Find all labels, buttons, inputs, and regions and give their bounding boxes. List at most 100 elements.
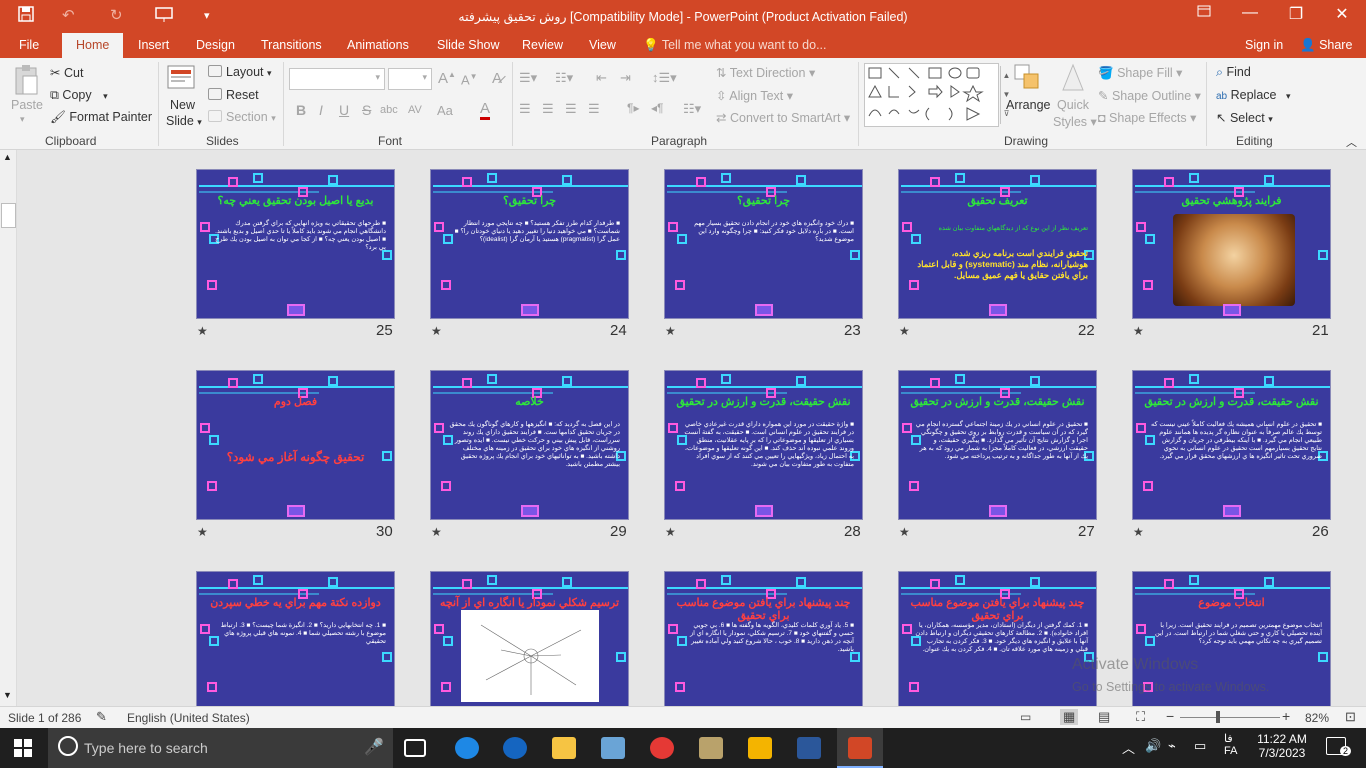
windows-start-icon[interactable]: [14, 739, 32, 760]
tab-transitions[interactable]: Transitions: [261, 38, 322, 52]
slide-thumbnail[interactable]: نقش حقيقت، قدرت و ارزش در تحقيق ■ واژة حق…: [664, 370, 863, 520]
zoom-slider[interactable]: [1180, 717, 1280, 718]
justify-icon[interactable]: ☰: [588, 101, 600, 117]
sign-in-link[interactable]: Sign in: [1245, 38, 1283, 52]
underline-button[interactable]: U: [339, 102, 349, 118]
slide-thumbnail[interactable]: چرا تحقيق؟ ■ درك خود وانگيزه هاي خود در ا…: [664, 169, 863, 319]
font-size-input[interactable]: ▾: [388, 68, 432, 90]
character-spacing-button[interactable]: AV: [408, 104, 422, 116]
animation-star-icon[interactable]: ★: [899, 525, 910, 539]
winrar-icon[interactable]: [748, 737, 772, 759]
align-left-icon[interactable]: ☰: [519, 101, 531, 117]
zoom-out-button[interactable]: −: [1166, 708, 1174, 724]
reset-button[interactable]: Reset: [208, 88, 259, 102]
select-button[interactable]: ↖ Select ▾: [1216, 110, 1273, 125]
copy-button[interactable]: ⧉ Copy ▾: [50, 88, 108, 103]
network-icon[interactable]: ⌁: [1168, 738, 1176, 754]
change-case-button[interactable]: Aa: [437, 103, 453, 118]
shape-outline-button[interactable]: ✎ Shape Outline ▾: [1098, 88, 1201, 103]
rtl-direction-icon[interactable]: ◂¶: [651, 101, 663, 115]
new-slide-button[interactable]: [166, 62, 198, 99]
animation-star-icon[interactable]: ★: [1133, 525, 1144, 539]
animation-star-icon[interactable]: ★: [197, 525, 208, 539]
arrange-button[interactable]: [1006, 62, 1048, 97]
section-button[interactable]: Section ▾: [208, 110, 276, 124]
zoom-level[interactable]: 82%: [1305, 711, 1329, 725]
bold-button[interactable]: B: [296, 102, 306, 118]
clear-formatting-icon[interactable]: A̷: [492, 70, 502, 87]
animation-star-icon[interactable]: ★: [665, 324, 676, 338]
remote-desktop-icon[interactable]: [601, 737, 625, 759]
slide-thumbnail[interactable]: تعريف تحقيق تعريف نظر از اين نوع كه از دي…: [898, 169, 1097, 319]
microphone-icon[interactable]: 🎤: [364, 737, 384, 757]
clock[interactable]: 11:22 AM 7/3/2023: [1252, 732, 1312, 760]
animation-star-icon[interactable]: ★: [197, 324, 208, 338]
slide-thumbnail[interactable]: فرايند پژوهشي تحقيق: [1132, 169, 1331, 319]
tab-design[interactable]: Design: [196, 38, 235, 52]
fit-to-window-icon[interactable]: ⊡: [1345, 709, 1356, 725]
layout-button[interactable]: Layout ▾: [208, 65, 272, 79]
animation-star-icon[interactable]: ★: [431, 324, 442, 338]
bluetooth-icon[interactable]: [503, 737, 527, 759]
cut-button[interactable]: ✂ Cut: [50, 65, 83, 80]
slide-thumbnail[interactable]: فصل دوم تحقيق چگونه آغاز مي شود؟: [196, 370, 395, 520]
grow-font-button[interactable]: A▲: [438, 70, 456, 87]
slide-thumbnail[interactable]: نقش حقيقت، قدرت و ارزش در تحقيق ■ تحقيق د…: [898, 370, 1097, 520]
slide-thumbnail[interactable]: بديع يا اصيل بودن تحقيق يعني چه؟ ■ طرحهاي…: [196, 169, 395, 319]
animation-star-icon[interactable]: ★: [899, 324, 910, 338]
font-name-input[interactable]: ▾: [289, 68, 385, 90]
volume-icon[interactable]: 🔊: [1145, 738, 1161, 754]
tab-slide-show[interactable]: Slide Show: [437, 38, 500, 52]
taskbar-search-box[interactable]: Type here to search 🎤: [48, 728, 393, 768]
task-view-icon[interactable]: [404, 739, 426, 757]
normal-view-icon[interactable]: ▭: [1020, 710, 1031, 724]
zoom-in-button[interactable]: +: [1282, 708, 1290, 724]
bullets-icon[interactable]: ☰▾: [519, 70, 537, 86]
edge-browser-icon[interactable]: [455, 737, 479, 759]
chrome-browser-icon[interactable]: [650, 737, 674, 759]
scroll-down-icon[interactable]: ▼: [3, 690, 12, 700]
align-text-button[interactable]: ⇳ Align Text ▾: [716, 88, 793, 103]
scroll-thumb[interactable]: [1, 203, 16, 228]
slide-thumbnail[interactable]: چند پيشنهاد براي يافتن موضوع مناسب براي …: [898, 571, 1097, 707]
decrease-indent-icon[interactable]: ⇤: [596, 70, 607, 86]
slide-thumbnail[interactable]: نقش حقيقت، قدرت و ارزش در تحقيق ■ تحقيق د…: [1132, 370, 1331, 520]
collapse-ribbon-icon[interactable]: ︿: [1346, 134, 1357, 150]
quick-styles-button[interactable]: [1060, 62, 1086, 97]
columns-icon[interactable]: ☷▾: [683, 101, 701, 117]
find-button[interactable]: ⌕ Find: [1216, 65, 1251, 80]
powerpoint-taskbar-item[interactable]: [837, 728, 883, 768]
convert-smartart-button[interactable]: ⇄ Convert to SmartArt ▾: [716, 110, 850, 125]
shape-fill-button[interactable]: 🪣 Shape Fill ▾: [1098, 65, 1182, 81]
tell-me-search[interactable]: 💡 Tell me what you want to do...: [643, 38, 827, 53]
reading-view-icon[interactable]: ▤: [1098, 709, 1110, 725]
tab-review[interactable]: Review: [522, 38, 563, 52]
language-status[interactable]: English (United States): [127, 711, 250, 725]
format-painter-button[interactable]: 🖌 Format Painter: [50, 110, 152, 125]
tab-file[interactable]: File: [19, 38, 39, 52]
replace-button[interactable]: ab Replace ▾: [1216, 88, 1291, 102]
ribbon-display-options-icon[interactable]: [1184, 4, 1224, 22]
text-shadow-button[interactable]: abc: [380, 104, 398, 116]
paste-button[interactable]: [10, 64, 42, 99]
restore-button[interactable]: ❐: [1276, 4, 1316, 24]
slide-sorter-view-icon[interactable]: ▦: [1060, 709, 1079, 725]
show-hidden-icons[interactable]: ︿: [1122, 738, 1135, 757]
slide-thumbnail[interactable]: چرا تحقيق؟ ■ طرفدار كدام طرز تفكر هستيد؟ …: [430, 169, 629, 319]
align-right-icon[interactable]: ☰: [565, 101, 577, 117]
italic-button[interactable]: I: [319, 102, 323, 118]
paint-app-icon[interactable]: [699, 737, 723, 759]
tab-insert[interactable]: Insert: [138, 38, 169, 52]
slide-thumbnail[interactable]: ترسيم شكلي نمودار يا انگاره اي از آنچه د…: [430, 571, 629, 707]
language-indicator[interactable]: فا FA: [1224, 732, 1237, 757]
slideshow-view-icon[interactable]: ⛶: [1136, 709, 1145, 725]
notes-icon[interactable]: ✎: [96, 709, 107, 725]
slide-thumbnail[interactable]: چند پيشنهاد براي يافتن موضوع مناسب براي …: [664, 571, 863, 707]
shrink-font-button[interactable]: A▼: [461, 72, 478, 87]
vertical-scrollbar[interactable]: ▲ ▼: [0, 150, 17, 706]
slide-thumbnail[interactable]: دوازده نكتة مهم براي يه خطي سپردن ■ 1. چه…: [196, 571, 395, 707]
text-direction-button[interactable]: ⇅ Text Direction ▾: [716, 65, 815, 80]
battery-icon[interactable]: ▭: [1194, 738, 1206, 754]
word-app-icon[interactable]: [797, 737, 821, 759]
close-button[interactable]: ✕: [1322, 4, 1362, 24]
